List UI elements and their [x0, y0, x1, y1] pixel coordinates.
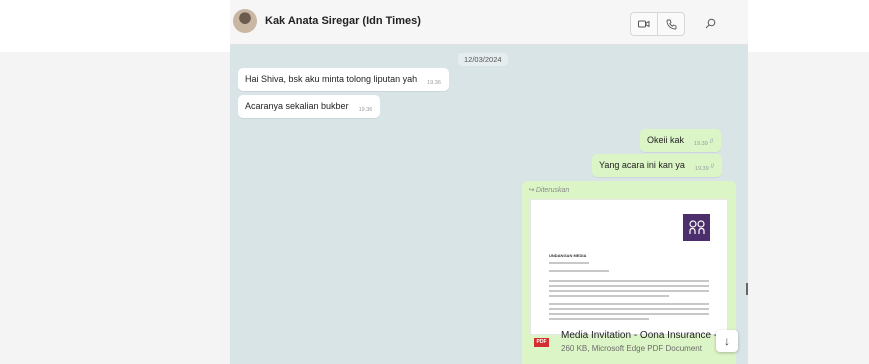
forwarded-label: ↪ Diteruskan: [528, 186, 569, 194]
message-text: Acaranya sekalian bukber: [245, 101, 349, 111]
video-call-button[interactable]: [630, 12, 658, 36]
document-text-line: [549, 280, 709, 282]
oona-logo: [683, 214, 710, 241]
search-icon: [705, 18, 715, 28]
file-meta: 260 KB, Microsoft Edge PDF Document: [561, 344, 702, 353]
file-attachment[interactable]: PDF Media Invitation - Oona Insurance -.…: [530, 329, 730, 357]
search-button[interactable]: [698, 12, 722, 34]
forwarded-label-text: Diteruskan: [535, 187, 570, 194]
document-preview[interactable]: UNDANGAN MEDIA: [530, 199, 728, 335]
document-heading: UNDANGAN MEDIA: [549, 253, 587, 258]
message-outgoing[interactable]: Yang acara ini kan ya 19.39//: [592, 154, 722, 177]
video-camera-icon: [638, 20, 650, 28]
message-area: 12/03/2024 Hai Shiva, bsk aku minta tolo…: [230, 45, 748, 364]
message-outgoing[interactable]: Okeii kak 19.39//: [640, 129, 722, 152]
message-text: Okeii kak: [647, 135, 685, 145]
contact-name[interactable]: Kak Anata Siregar (Idn Times): [265, 15, 421, 27]
contact-avatar[interactable]: [233, 9, 257, 33]
chat-window: Kak Anata Siregar (Idn Times) 12/03/2024…: [230, 0, 748, 364]
message-incoming[interactable]: Hai Shiva, bsk aku minta tolong liputan …: [238, 68, 449, 91]
message-time: 19.39: [694, 141, 708, 147]
date-divider: 12/03/2024: [458, 53, 508, 66]
read-ticks-icon: //: [710, 164, 714, 170]
document-text-line: [549, 295, 669, 297]
message-incoming[interactable]: Acaranya sekalian bukber 19.36: [238, 95, 381, 118]
forward-arrow-icon: ↪: [528, 187, 534, 194]
scrollbar-thumb[interactable]: [746, 283, 748, 295]
document-text-line: [549, 285, 709, 287]
document-text-line: [549, 313, 709, 315]
document-text-line: [549, 290, 709, 292]
message-time: 19.36: [427, 80, 441, 86]
document-text-line: [549, 270, 609, 272]
document-text-line: [549, 308, 709, 310]
pdf-file-icon: PDF: [534, 338, 549, 347]
message-text: Yang acara ini kan ya: [599, 160, 685, 170]
document-text-line: [549, 262, 589, 264]
document-text-line: [549, 318, 649, 320]
forwarded-document-message[interactable]: ↪ Diteruskan UNDANGAN MEDIA PDF Media In…: [522, 181, 736, 364]
message-time: 19.39: [694, 166, 709, 172]
scroll-to-bottom-button[interactable]: ↓: [716, 330, 738, 352]
message-time: 19.36: [358, 107, 373, 113]
document-text-line: [549, 303, 709, 305]
phone-icon: [666, 19, 676, 29]
chat-header: Kak Anata Siregar (Idn Times): [230, 0, 748, 45]
read-ticks-icon: //: [709, 139, 714, 145]
arrow-down-icon: ↓: [724, 334, 730, 348]
message-text: Hai Shiva, bsk aku minta tolong liputan …: [245, 74, 418, 84]
file-name: Media Invitation - Oona Insurance -...: [561, 330, 726, 341]
voice-call-button[interactable]: [657, 12, 685, 36]
